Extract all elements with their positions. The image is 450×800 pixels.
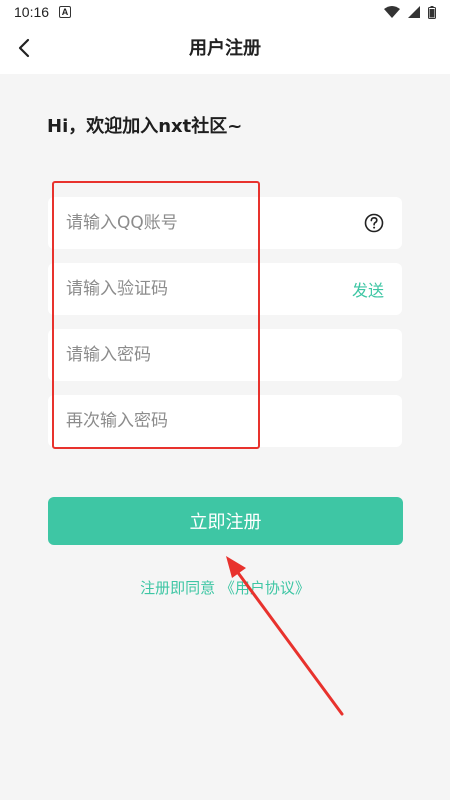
agreement-prefix: 注册即同意 (140, 579, 220, 597)
chevron-left-icon (18, 38, 30, 58)
qq-field (48, 197, 402, 249)
agreement-text: 注册即同意 《用户协议》 (0, 577, 450, 598)
send-code-button[interactable]: 发送 (352, 277, 384, 301)
status-bar: 10:16 A (0, 0, 450, 24)
status-time: 10:16 (14, 4, 50, 20)
greeting-text: Hi，欢迎加入nxt社区~ (47, 116, 243, 137)
status-icons (384, 5, 436, 19)
password-input[interactable] (66, 345, 306, 365)
top-bar: 用户注册 (0, 24, 450, 74)
user-agreement-link[interactable]: 《用户协议》 (220, 579, 310, 597)
question-circle-icon (364, 213, 384, 233)
confirm-password-input[interactable] (66, 411, 306, 431)
a-icon: A (59, 6, 72, 18)
signal-icon (408, 6, 420, 18)
confirm-password-field (48, 395, 402, 447)
password-field (48, 329, 402, 381)
battery-icon (428, 5, 436, 19)
code-field: 发送 (48, 263, 402, 315)
wifi-icon (384, 6, 400, 18)
help-button[interactable] (364, 213, 384, 233)
qq-input[interactable] (66, 213, 306, 233)
back-button[interactable] (12, 36, 36, 60)
page-title: 用户注册 (189, 38, 261, 59)
register-button[interactable]: 立即注册 (48, 497, 403, 545)
code-input[interactable] (66, 279, 306, 299)
